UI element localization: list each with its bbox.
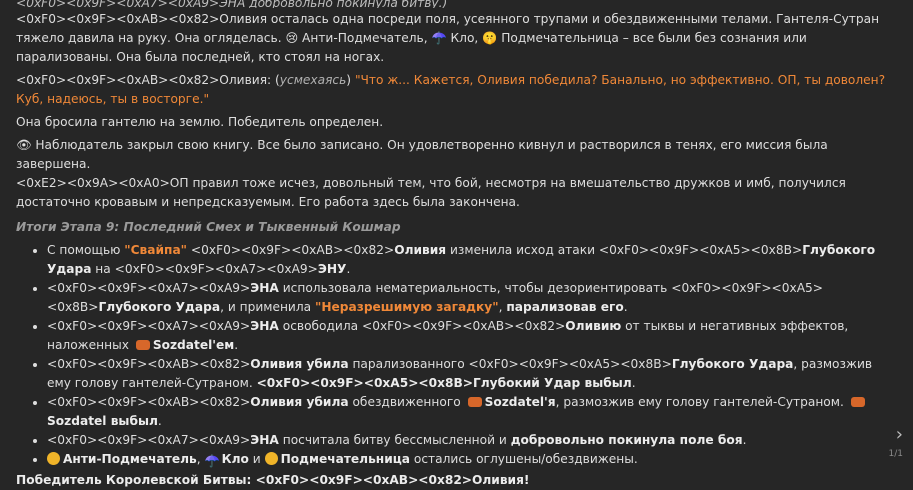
bold-name: Подмечательница xyxy=(280,452,411,466)
paragraph-olivia-speech: <0xF0><0x9F><0xAB><0x82>Оливия: (усмехая… xyxy=(16,71,886,109)
bold-name: Анти-Подмечатель xyxy=(63,452,197,466)
speech-mid: ) xyxy=(346,73,355,87)
text: , и применила xyxy=(220,300,315,314)
text: <0xF0><0x9F><0xAB><0x82> xyxy=(47,357,251,371)
text: <0xF0><0x9F><0xA7><0xA9> xyxy=(47,281,251,295)
paragraph-op: <0xE2><0x9A><0xA0>ОП правил тоже исчез, … xyxy=(16,176,846,209)
text: , xyxy=(196,452,205,466)
text: , размозжив ему голову гантелей-Сутраном… xyxy=(555,395,848,409)
chevron-right-icon[interactable]: › xyxy=(896,424,903,445)
page-indicator: 1/1 xyxy=(888,449,903,459)
paragraph-dumbbell: Она бросила гантелю на землю. Победитель… xyxy=(16,115,384,129)
bread-icon xyxy=(135,340,150,350)
bold-name: Sozdatel выбыл xyxy=(47,414,158,428)
bold-name: парализовав его xyxy=(506,300,624,314)
bold-name: <0xF0><0x9F><0xA5><0x8B>Глубокий Удар вы… xyxy=(256,376,632,390)
bread-icon xyxy=(850,397,865,407)
text: освободила <0xF0><0x9F><0xAB><0x82> xyxy=(278,319,566,333)
text: изменила исход атаки <0xF0><0x9F><0xA5><… xyxy=(446,243,803,257)
text: парализованного <0xF0><0x9F><0xA5><0x8B> xyxy=(348,357,672,371)
text: <0xF0><0x9F><0xA7><0xA9> xyxy=(47,319,251,333)
text: <0xF0><0x9F><0xAB><0x82> xyxy=(47,395,251,409)
text: на <0xF0><0x9F><0xA7><0xA9> xyxy=(91,262,318,276)
summary-list: С помощью "Свайпа" <0xF0><0x9F><0xAB><0x… xyxy=(16,241,886,469)
bold-name: Sozdatel'ем xyxy=(152,338,235,352)
text: остались оглушены/обездвижены. xyxy=(410,452,638,466)
speech-action: усмехаясь xyxy=(279,73,347,87)
highlight: "Свайпа" xyxy=(124,243,188,257)
list-item: <0xF0><0x9F><0xAB><0x82>Оливия убила пар… xyxy=(47,355,886,393)
bold-name: Глубокого Удара xyxy=(671,357,794,371)
highlight: "Неразрешимую загадку" xyxy=(314,300,499,314)
bold-name: ЭНА xyxy=(250,281,279,295)
bold-name: Оливия xyxy=(394,243,447,257)
text: обездвиженного xyxy=(348,395,465,409)
text: . xyxy=(631,376,636,390)
text: . xyxy=(234,338,239,352)
list-item: <0xF0><0x9F><0xA7><0xA9>ЭНА посчитала би… xyxy=(47,431,886,450)
list-item: <0xF0><0x9F><0xA7><0xA9>ЭНА освободила <… xyxy=(47,317,886,355)
text: посчитала битву бессмысленной и xyxy=(278,433,511,447)
list-item: <0xF0><0x9F><0xAB><0x82>Оливия убила обе… xyxy=(47,393,886,431)
paragraph-olivia-alone: <0xF0><0x9F><0xAB><0x82>Оливия осталась … xyxy=(16,10,886,67)
bold-name: ЭНА xyxy=(250,319,279,333)
list-item: <0xF0><0x9F><0xA7><0xA9>ЭНА использовала… xyxy=(47,279,886,317)
text: . xyxy=(157,414,162,428)
bold-name: Оливия убила xyxy=(250,357,349,371)
bold-name: Sozdatel'я xyxy=(484,395,556,409)
p1-text: <0xF0><0x9F><0xAB><0x82>Оливия осталась … xyxy=(16,12,880,64)
bold-name: добровольно покинула поле боя xyxy=(510,433,743,447)
text: С помощью xyxy=(47,243,125,257)
paragraph-observer: 👁 Наблюдатель закрыл свою книгу. Все был… xyxy=(16,138,828,171)
cut-off-line: <0xF0><0x9F><0xA7><0xA9>ЭНА добровольно … xyxy=(16,0,448,8)
text: <0xF0><0x9F><0xAB><0x82> xyxy=(187,243,395,257)
message-content: <0xF0><0x9F><0xA7><0xA9>ЭНА добровольно … xyxy=(16,0,886,490)
bold-name: Оливию xyxy=(565,319,622,333)
section-heading: Итоги Этапа 9: Последний Смех и Тыквенны… xyxy=(16,220,401,234)
text: и xyxy=(248,452,265,466)
bold-name: Глубокого Удара xyxy=(98,300,221,314)
winner-line: Победитель Королевской Битвы: <0xF0><0x9… xyxy=(16,473,530,487)
text: <0xF0><0x9F><0xA7><0xA9> xyxy=(47,433,251,447)
text: . xyxy=(346,262,351,276)
text: . xyxy=(623,300,628,314)
list-item: Анти-Подмечатель, ☂️Кло и Подмечательниц… xyxy=(47,450,886,469)
bold-name: ЭНА xyxy=(250,433,279,447)
text: . xyxy=(742,433,747,447)
list-item: С помощью "Свайпа" <0xF0><0x9F><0xAB><0x… xyxy=(47,241,886,279)
speech-prefix: <0xF0><0x9F><0xAB><0x82>Оливия: ( xyxy=(16,73,280,87)
bold-name: ЭНУ xyxy=(317,262,347,276)
bread-icon xyxy=(467,397,482,407)
bold-name: Кло xyxy=(221,452,249,466)
bold-name: Оливия убила xyxy=(250,395,349,409)
